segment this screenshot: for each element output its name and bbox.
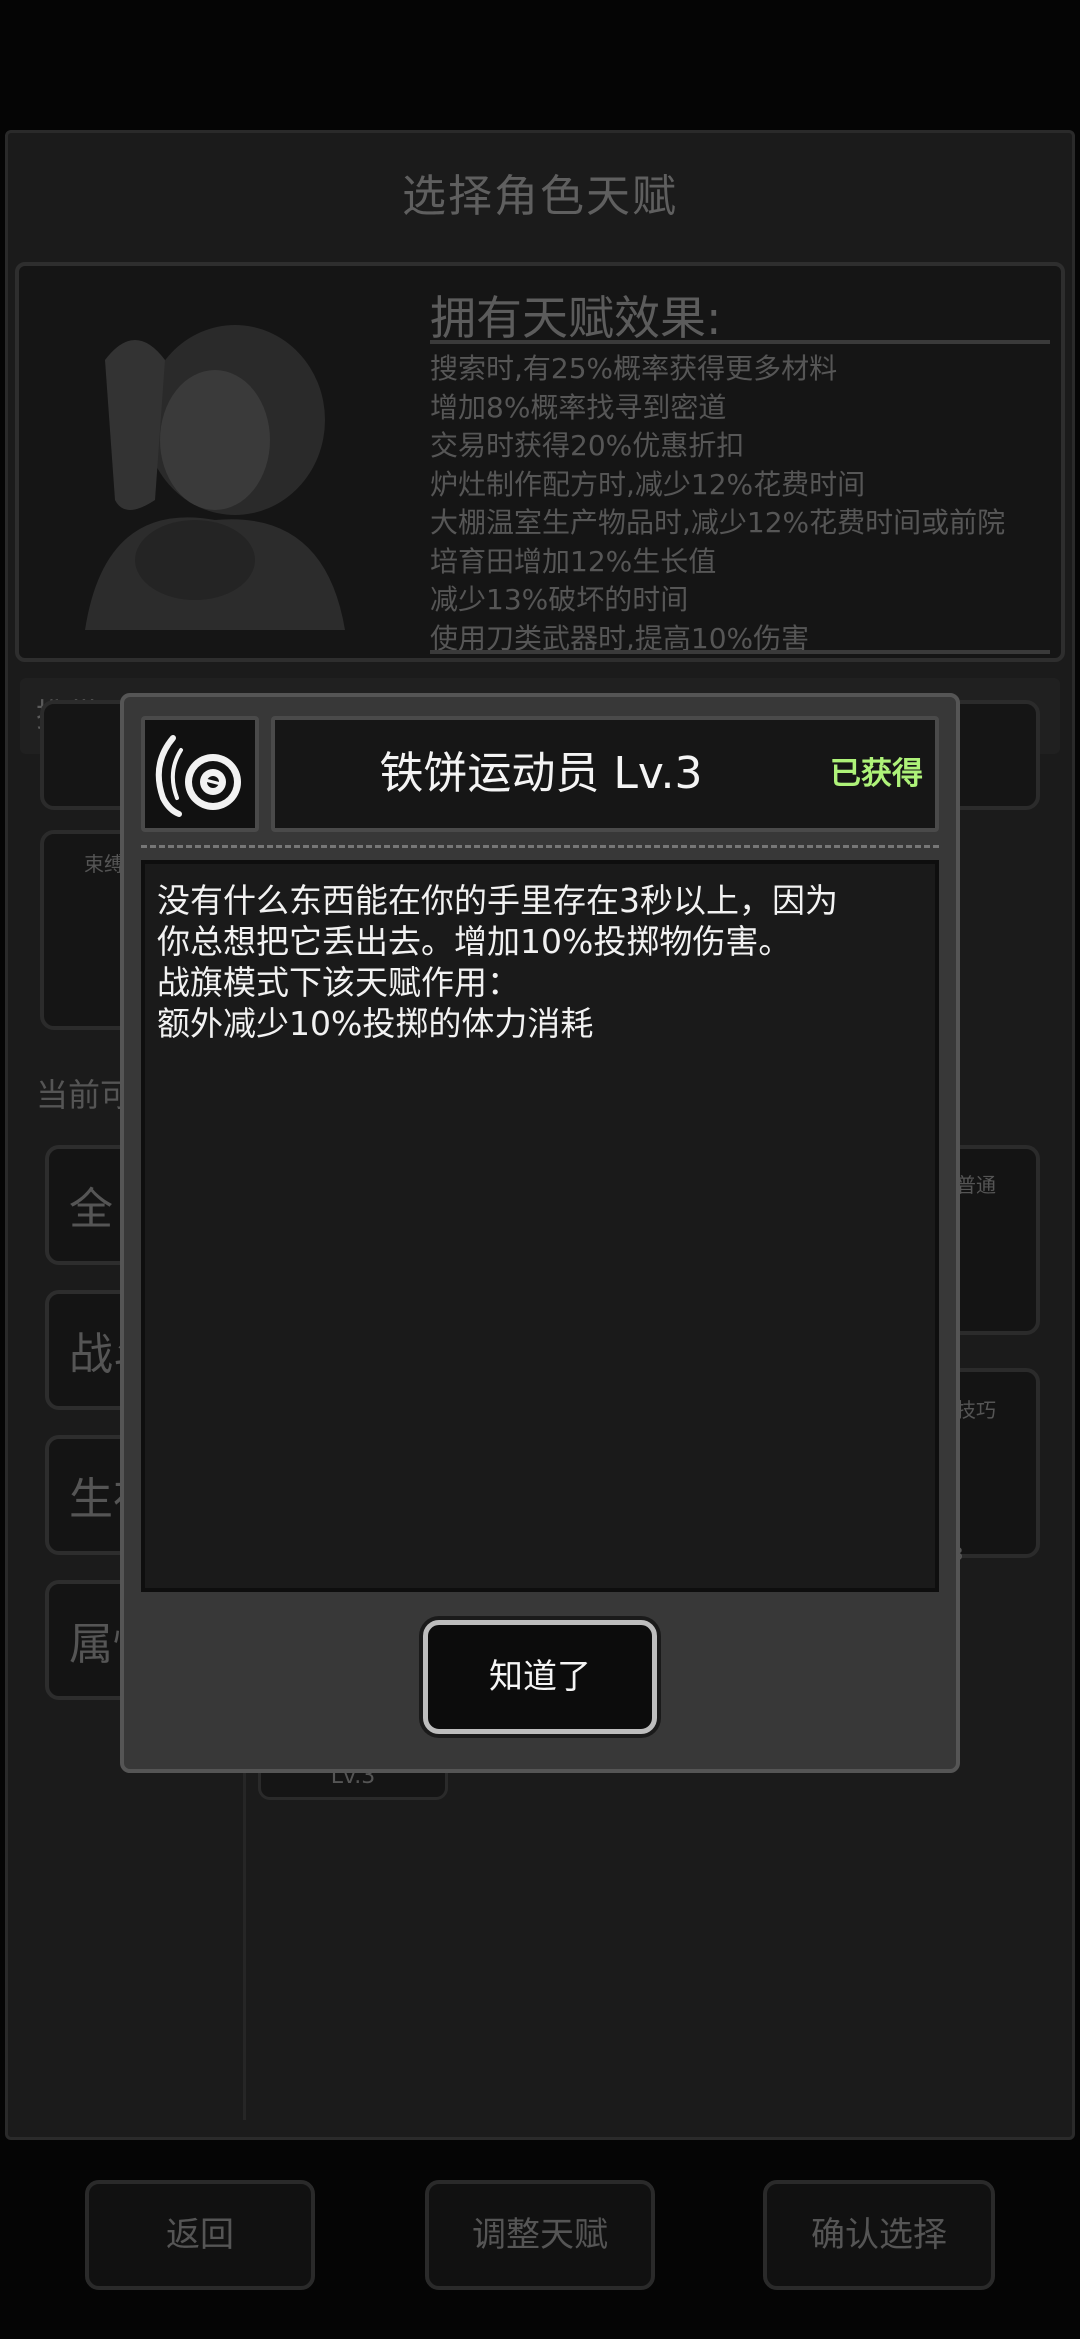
- effect-line: 交易时获得20%优惠折扣: [430, 429, 745, 462]
- effects-list: 搜索时,有25%概率获得更多材料 增加8%概率找寻到密道 交易时获得20%优惠折…: [430, 350, 1050, 650]
- talent-tag: 束缚: [84, 852, 124, 876]
- effect-line: 大棚温室生产物品时,减少12%花费时间或前院: [430, 506, 1006, 539]
- discus-icon: [155, 735, 241, 817]
- effects-title: 拥有天赋效果:: [430, 291, 722, 345]
- character-portrait: [85, 325, 345, 630]
- back-button[interactable]: 返回: [85, 2180, 315, 2290]
- talent-tag: 技巧: [956, 1398, 996, 1422]
- description-line: 战旗模式下该天赋作用：: [157, 963, 520, 1002]
- description-line: 额外减少10%投掷的体力消耗: [157, 1004, 594, 1043]
- current-talents-label: 当前可: [36, 1076, 133, 1114]
- effects-divider-top: [430, 340, 1050, 344]
- description-line: 没有什么东西能在你的手里存在3秒以上，因为: [157, 881, 838, 920]
- talent-title: 铁饼运动员 Lv.3: [379, 748, 703, 799]
- dialog-divider: [141, 845, 939, 848]
- talent-description: 没有什么东西能在你的手里存在3秒以上，因为 你总想把它丢出去。增加10%投掷物伤…: [141, 860, 939, 1592]
- acknowledge-button[interactable]: 知道了: [423, 1620, 657, 1734]
- effects-divider-bottom: [430, 650, 1050, 654]
- effect-line: 减少13%破坏的时间: [430, 583, 689, 616]
- adjust-talents-button[interactable]: 调整天赋: [425, 2180, 655, 2290]
- effect-line: 培育田增加12%生长值: [430, 544, 717, 578]
- status-badge: 已获得: [830, 756, 923, 792]
- confirm-selection-button[interactable]: 确认选择: [763, 2180, 995, 2290]
- effect-line: 搜索时,有25%概率获得更多材料: [430, 352, 838, 385]
- page-title: 选择角色天赋: [402, 171, 678, 222]
- talent-tag: 普通: [956, 1173, 996, 1197]
- effect-line: 炉灶制作配方时,减少12%花费时间: [430, 467, 866, 501]
- effect-line: 使用刀类武器时,提高10%伤害: [430, 621, 810, 651]
- talent-icon-frame: [141, 716, 259, 832]
- effect-line: 增加8%概率找寻到密道: [430, 390, 727, 424]
- description-line: 你总想把它丢出去。增加10%投掷物伤害。: [157, 922, 792, 961]
